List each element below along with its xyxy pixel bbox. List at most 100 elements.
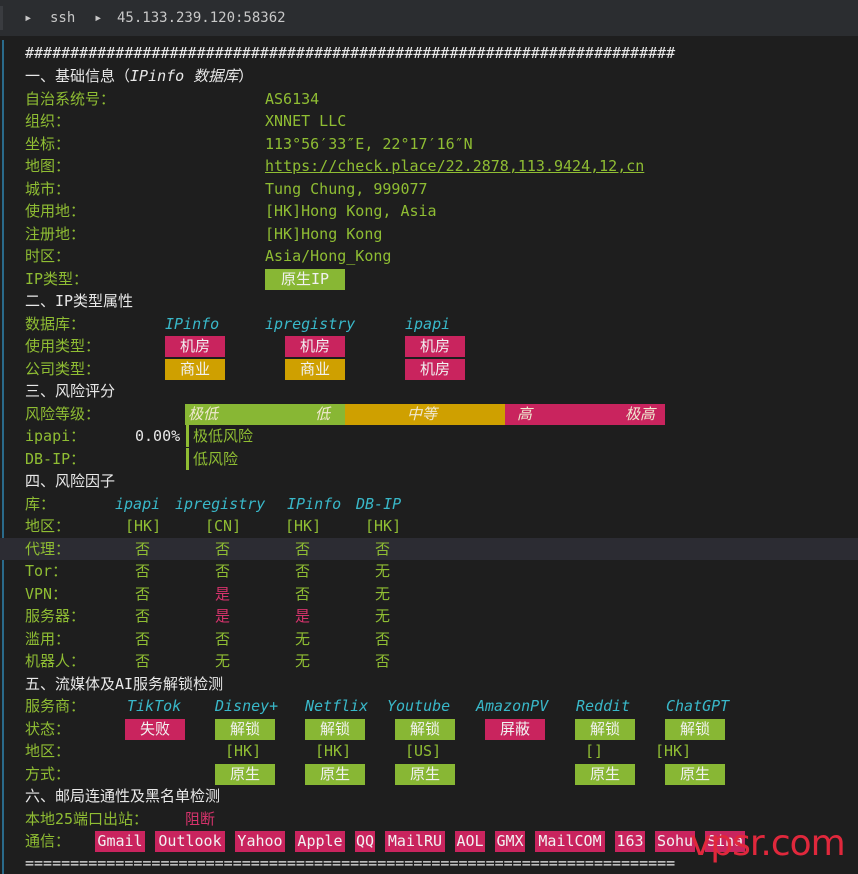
row-map: 地图： https://check.place/22.2878,113.9424… [0,155,858,177]
row-database-header: 数据库： IPinfo ipregistry ipapi [0,313,858,335]
provider-badge-gmx: GMX [495,831,525,852]
factor-value: 否 [375,540,391,558]
section-title: 六、邮局连通性及黑名单检测 [25,787,221,805]
row-value: [HK]Hong Kong [265,225,383,243]
tab-title-ssh[interactable]: ssh [50,10,75,26]
port25-status: 阻断 [185,810,216,828]
terminal-output[interactable]: ########################################… [0,36,858,874]
service-name: AmazonPV [476,697,549,715]
factor-value: 否 [295,562,311,580]
risk-scale-medium-segment: 中等 [345,404,505,425]
row-label: IP类型： [25,270,89,288]
watermark-logo: vpsr.com [690,823,846,864]
provider-badge-qq: QQ [355,831,375,852]
service-name: Disney+ [215,697,279,715]
row-value: AS6134 [265,90,320,108]
section-risk-score-heading: 三、风险评分 [0,380,858,402]
row-registration: 注册地： [HK]Hong Kong [0,223,858,245]
factor-value: 否 [215,540,231,558]
db-name: IPinfo [287,495,342,513]
row-company-type: 公司类型： 商业 商业 机房 [0,358,858,380]
section-risk-factors-heading: 四、风险因子 [0,470,858,492]
status-badge-unlocked: 解锁 [575,719,635,740]
row-coordinates: 坐标： 113°56′33″E, 22°17′16″N [0,133,858,155]
row-label: DB-IP： [25,450,86,468]
row-library-header: 库： ipapi ipregistry IPinfo DB-IP [0,493,858,515]
factor-value: 否 [135,540,151,558]
row-usage-type: 使用类型： 机房 机房 机房 [0,335,858,357]
factor-value: 否 [295,585,311,603]
section-streaming-heading: 五、流媒体及AI服务解锁检测 [0,673,858,695]
method-badge: 原生 [305,764,365,785]
row-label: 状态： [25,720,71,738]
risk-scale-label: 高 [517,405,533,423]
row-label: 地区： [25,742,71,760]
factor-value: 无 [295,652,311,670]
row-services-header: 服务商： TikTok Disney+ Netflix Youtube Amaz… [0,695,858,717]
row-label: 本地25端口出站： [25,810,149,828]
method-badge: 原生 [575,764,635,785]
risk-scale-label: 中等 [407,405,438,423]
row-label: 通信： [25,832,71,850]
row-tor: Tor： 否 否 否 无 [0,560,858,582]
status-badge-unlocked: 解锁 [395,719,455,740]
row-label: 风险等级： [25,405,101,423]
row-label: VPN： [25,585,68,603]
db-name: ipapi [405,315,451,333]
host-arrow-icon[interactable]: ▸ [94,10,102,26]
risk-scale-label: 极低 [188,405,219,423]
usage-type-badge: 机房 [285,336,345,357]
ip-type-badge: 原生IP [265,269,345,290]
factor-value: 否 [135,630,151,648]
factor-value: 否 [135,607,151,625]
provider-badge-mailcom: MailCOM [535,831,605,852]
ssh-host-address[interactable]: 45.133.239.120:58362 [117,10,286,26]
row-value: XNNET LLC [265,112,347,130]
row-unlock-method: 方式： 原生 原生 原生 原生 原生 [0,763,858,785]
row-label: 注册地： [25,225,86,243]
terminal-tab-bar: ▸ ssh ▸ 45.133.239.120:58362 [0,0,858,36]
ipapi-risk-score: 0.00% [135,427,181,445]
row-vpn: VPN： 否 是 否 无 [0,583,858,605]
row-city: 城市： Tung Chung, 999077 [0,178,858,200]
company-type-badge: 商业 [285,359,345,380]
map-link[interactable]: https://check.place/22.2878,113.9424,12,… [265,155,644,177]
unlock-region: [HK] [315,742,352,760]
section-title: 三、风险评分 [25,382,116,400]
risk-scale-label: 极高 [625,405,656,423]
factor-value: 无 [375,562,391,580]
row-value: Asia/Hong_Kong [265,247,392,265]
dbip-risk-marker [186,448,189,470]
db-name: DB-IP [356,495,402,513]
row-unlock-status: 状态： 失败 解锁 解锁 解锁 屏蔽 解锁 解锁 [0,718,858,740]
risk-scale-high-segment: 高 极高 [505,404,665,425]
row-abuse: 滥用： 否 否 无 否 [0,628,858,650]
provider-badge-apple: Apple [295,831,345,852]
tab-arrow-icon[interactable]: ▸ [24,10,32,26]
section-mail-heading: 六、邮局连通性及黑名单检测 [0,785,858,807]
row-value: [HK]Hong Kong, Asia [265,202,437,220]
tab-bar-grip [0,6,3,30]
section-title: 一、基础信息（IPinfo 数据库） [25,65,253,87]
section-title: 五、流媒体及AI服务解锁检测 [25,675,224,693]
provider-badge-aol: AOL [455,831,485,852]
section-basic-info-heading: 一、基础信息（IPinfo 数据库） [0,65,858,87]
service-name: ChatGPT [666,697,730,715]
status-badge-failed: 失败 [125,719,185,740]
provider-badge-gmail: Gmail [95,831,145,852]
factor-value: [HK] [365,517,402,535]
row-label: 服务器： [25,607,86,625]
row-label: ipapi： [25,427,86,445]
row-ip-type: IP类型： 原生IP [0,268,858,290]
row-dbip-risk: DB-IP： 低风险 [0,448,858,470]
section-title-italic: IPinfo 数据库 [130,67,239,85]
row-label: 滥用： [25,630,71,648]
ipapi-risk-text: 极低风险 [193,427,254,445]
row-organization: 组织： XNNET LLC [0,110,858,132]
method-badge: 原生 [395,764,455,785]
usage-type-badge: 机房 [405,336,465,357]
row-label: 服务商： [25,697,86,715]
db-name: IPinfo [165,315,220,333]
unlock-region: [HK] [225,742,262,760]
section-title-suffix: ） [238,67,254,85]
